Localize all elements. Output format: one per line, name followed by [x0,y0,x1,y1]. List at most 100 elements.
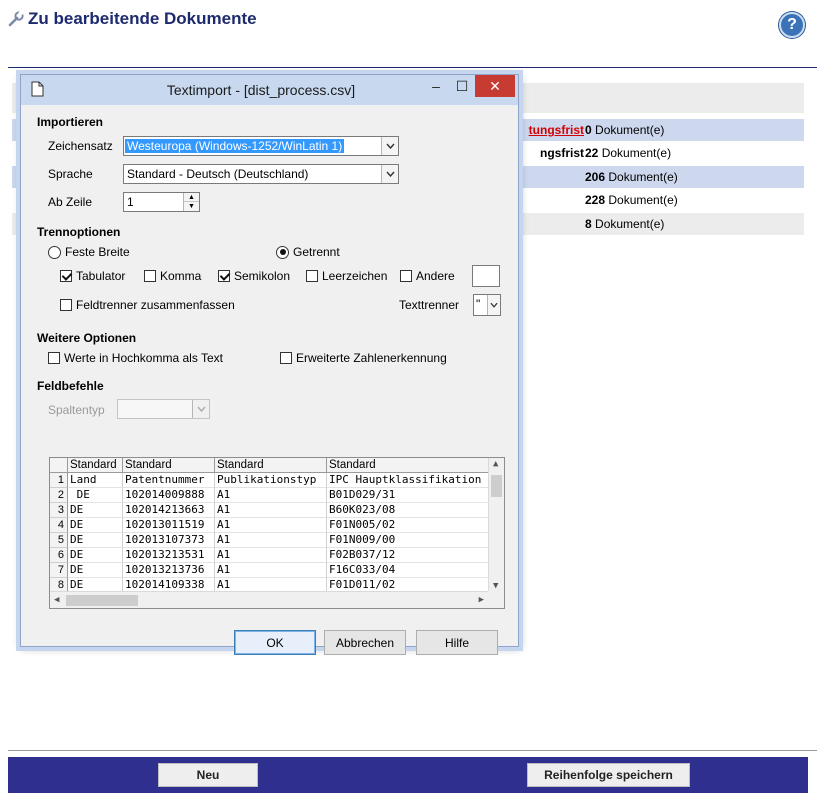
grid-cell[interactable]: F01N005/02 [327,518,490,533]
scroll-left-icon[interactable]: ◀ [54,595,59,605]
grid-cell[interactable]: 102014009888 [123,488,215,503]
chevron-down-icon[interactable] [381,165,398,183]
close-button[interactable]: ✕ [475,75,515,97]
column-header[interactable]: Standard [68,458,123,473]
quoted-as-text-label: Werte in Hochkomma als Text [64,351,223,365]
row-number[interactable]: 1 [50,473,68,488]
radio-icon[interactable] [48,245,61,259]
import-section-title: Importieren [37,115,104,129]
comma-label: Komma [160,269,202,283]
grid-cell[interactable]: A1 [215,563,327,578]
grid-cell[interactable]: 102013011519 [123,518,215,533]
grid-cell[interactable]: F16C033/04 [327,563,490,578]
grid-cell[interactable]: 102014213663 [123,503,215,518]
page-title: Zu bearbeitende Dokumente [8,8,257,30]
scroll-right-icon[interactable]: ▶ [479,595,484,605]
checkbox-icon[interactable] [400,270,412,282]
grid-cell[interactable]: DE [68,548,123,563]
row-number[interactable]: 7 [50,563,68,578]
grid-cell[interactable]: DE [68,503,123,518]
grid-cell[interactable]: 102013213531 [123,548,215,563]
radio-selected-icon[interactable] [276,245,289,259]
space-checkbox[interactable]: Leerzeichen [306,269,387,283]
grid-cell[interactable]: Patentnummer [123,473,215,488]
language-label: Sprache [48,167,93,181]
detect-numbers-checkbox[interactable]: Erweiterte Zahlenerkennung [280,351,447,365]
scroll-down-icon[interactable]: ▼ [493,581,498,591]
row-number[interactable]: 4 [50,518,68,533]
from-row-spinner[interactable]: 1 ▲ ▼ [123,192,200,212]
row-number[interactable]: 6 [50,548,68,563]
column-header[interactable]: Standard [215,458,327,473]
column-header[interactable]: Standard [123,458,215,473]
scroll-thumb[interactable] [491,475,502,497]
row-number[interactable]: 5 [50,533,68,548]
checkbox-icon[interactable] [306,270,318,282]
grid-cell[interactable]: Publikationstyp [215,473,327,488]
scroll-up-icon[interactable]: ▲ [493,459,498,469]
scroll-thumb[interactable] [66,595,138,606]
charset-value: Westeuropa (Windows-1252/WinLatin 1) [125,139,345,153]
merge-delimiters-checkbox[interactable]: Feldtrenner zusammenfassen [60,298,235,312]
grid-cell[interactable]: 102013213736 [123,563,215,578]
text-delimiter-select[interactable]: " [473,294,501,316]
new-button[interactable]: Neu [158,763,258,787]
row-number[interactable]: 3 [50,503,68,518]
help-button[interactable]: Hilfe [416,630,498,655]
grid-cell[interactable]: A1 [215,503,327,518]
quoted-as-text-checkbox[interactable]: Werte in Hochkomma als Text [48,351,223,365]
grid-cell[interactable]: B60K023/08 [327,503,490,518]
semicolon-checkbox[interactable]: Semikolon [218,269,290,283]
tab-checkbox[interactable]: Tabulator [60,269,125,283]
help-icon[interactable]: ? [779,12,805,38]
from-row-label: Ab Zeile [48,195,93,209]
checkbox-checked-icon[interactable] [218,270,230,282]
other-separator-input[interactable] [472,265,500,287]
chevron-down-icon[interactable] [192,400,209,418]
row-unit: Dokument(e) [608,170,678,184]
horizontal-scrollbar[interactable]: ◀ ▶ [50,591,488,608]
fixed-width-label: Feste Breite [65,245,130,259]
grid-cell[interactable]: DE [68,518,123,533]
grid-cell[interactable]: 102013107373 [123,533,215,548]
column-type-select[interactable] [117,399,210,419]
other-label: Andere [416,269,455,283]
language-select[interactable]: Standard - Deutsch (Deutschland) [123,164,399,184]
grid-cell[interactable]: F01N009/00 [327,533,490,548]
dialog-titlebar[interactable]: Textimport - [dist_process.csv] – ☐ ✕ [21,75,518,105]
fixed-width-radio[interactable]: Feste Breite [48,245,130,259]
comma-checkbox[interactable]: Komma [144,269,201,283]
checkbox-icon[interactable] [60,299,72,311]
preview-grid[interactable]: Standard Standard Standard Standard 1 Lan… [49,457,505,609]
chevron-down-icon[interactable] [381,137,398,155]
grid-cell[interactable]: A1 [215,533,327,548]
other-checkbox[interactable]: Andere [400,269,455,283]
cancel-button[interactable]: Abbrechen [324,630,406,655]
chevron-down-icon[interactable] [487,295,500,315]
grid-cell[interactable]: A1 [215,548,327,563]
grid-cell[interactable]: A1 [215,488,327,503]
checkbox-icon[interactable] [280,352,292,364]
save-order-button[interactable]: Reihenfolge speichern [527,763,690,787]
row-number[interactable]: 2 [50,488,68,503]
minimize-button[interactable]: – [423,75,449,97]
checkbox-icon[interactable] [144,270,156,282]
grid-cell[interactable]: DE [68,563,123,578]
row-unit: Dokument(e) [595,217,665,231]
grid-cell[interactable]: B01D029/31 [327,488,490,503]
spinner-arrows-icon[interactable]: ▲ ▼ [183,193,199,211]
grid-cell[interactable]: DE [68,533,123,548]
checkbox-icon[interactable] [48,352,60,364]
ok-button[interactable]: OK [234,630,316,655]
column-header[interactable]: Standard [327,458,490,473]
vertical-scrollbar[interactable]: ▲ ▼ [488,458,504,592]
charset-select[interactable]: Westeuropa (Windows-1252/WinLatin 1) [123,136,399,156]
checkbox-checked-icon[interactable] [60,270,72,282]
grid-cell[interactable]: Land [68,473,123,488]
maximize-button[interactable]: ☐ [449,75,475,97]
grid-cell[interactable]: A1 [215,518,327,533]
grid-cell[interactable]: DE [68,488,123,503]
grid-cell[interactable]: IPC Hauptklassifikation [327,473,490,488]
grid-cell[interactable]: F02B037/12 [327,548,490,563]
separated-radio[interactable]: Getrennt [276,245,340,259]
